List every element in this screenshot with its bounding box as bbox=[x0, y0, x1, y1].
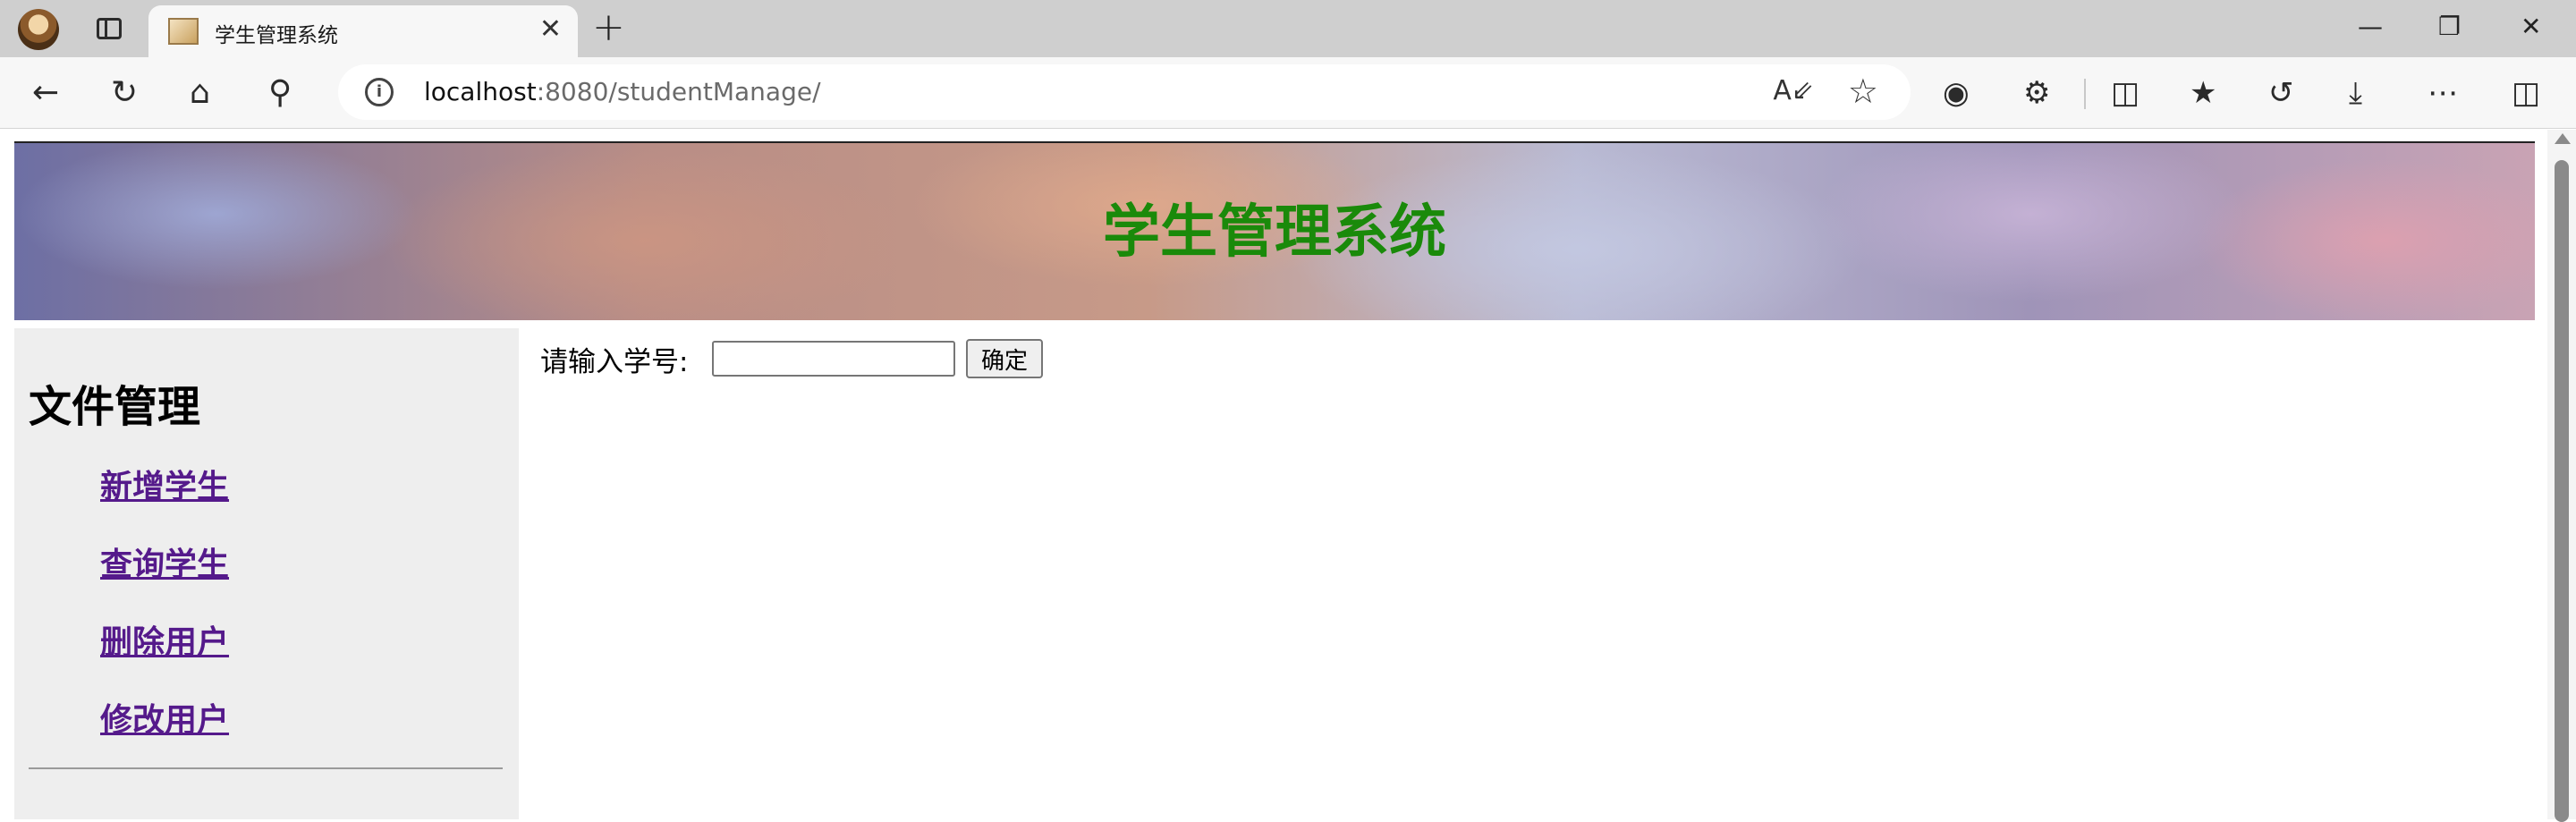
sidebar-toggle-icon[interactable]: ◫ bbox=[2512, 73, 2540, 113]
url-path: :8080/studentManage/ bbox=[536, 77, 821, 106]
download-icon[interactable]: ⤓ bbox=[2349, 73, 2362, 113]
page-scrollbar[interactable] bbox=[2547, 130, 2576, 822]
history-icon[interactable]: ↺ bbox=[2268, 73, 2294, 113]
sidebar: 文件管理 新增学生 查询学生 删除用户 修改用户 bbox=[14, 328, 519, 819]
sidebar-item: 删除用户 bbox=[100, 616, 229, 694]
back-icon[interactable]: ← bbox=[32, 73, 59, 113]
tab-actions-icon[interactable] bbox=[93, 13, 125, 45]
url-host: localhost bbox=[424, 77, 537, 106]
scroll-thumb[interactable] bbox=[2555, 160, 2569, 822]
browser-tabbar: 学生管理系统 ✕ + — ❐ ✕ bbox=[0, 0, 2576, 57]
profile-avatar[interactable] bbox=[18, 9, 59, 50]
minimize-icon[interactable]: — bbox=[2358, 9, 2383, 45]
refresh-icon[interactable]: ↻ bbox=[111, 73, 138, 113]
favicon-icon bbox=[168, 18, 199, 45]
address-bar[interactable]: i localhost:8080/studentManage/ A⇙ ☆ bbox=[338, 64, 1911, 120]
home-icon[interactable]: ⌂ bbox=[190, 73, 210, 113]
new-tab-button[interactable]: + bbox=[592, 5, 625, 50]
site-info-icon[interactable]: i bbox=[365, 78, 394, 106]
page-title: 学生管理系统 bbox=[1103, 199, 1446, 266]
browser-toolbar: ← ↻ ⌂ ⚲ i localhost:8080/studentManage/ … bbox=[0, 57, 2576, 129]
tab-title: 学生管理系统 bbox=[215, 24, 338, 47]
delete-user-link[interactable]: 删除用户 bbox=[100, 624, 229, 661]
sidebar-divider bbox=[29, 767, 503, 769]
header-banner: 学生管理系统 bbox=[14, 141, 2535, 320]
split-screen-icon[interactable]: ◫ bbox=[2111, 73, 2140, 113]
sidebar-item: 新增学生 bbox=[100, 461, 229, 538]
extensions-puzzle-icon[interactable]: ⚙ bbox=[2023, 73, 2050, 113]
scroll-up-icon[interactable] bbox=[2555, 133, 2571, 144]
confirm-button[interactable]: 确定 bbox=[966, 339, 1043, 378]
more-menu-icon[interactable]: ⋯ bbox=[2428, 73, 2458, 113]
student-id-label: 请输入学号: bbox=[540, 346, 689, 378]
restore-icon[interactable]: ❐ bbox=[2438, 9, 2461, 45]
favorites-icon[interactable]: ★ bbox=[2190, 73, 2216, 113]
extension-icon[interactable]: ◉ bbox=[1943, 73, 1970, 113]
read-aloud-icon[interactable]: A⇙ bbox=[1773, 75, 1814, 106]
browser-tab[interactable]: 学生管理系统 ✕ bbox=[148, 5, 578, 57]
add-student-link[interactable]: 新增学生 bbox=[100, 469, 229, 505]
search-icon[interactable]: ⚲ bbox=[268, 73, 292, 113]
edit-user-link[interactable]: 修改用户 bbox=[100, 702, 229, 739]
tab-close-icon[interactable]: ✕ bbox=[539, 14, 562, 45]
sidebar-item: 查询学生 bbox=[100, 538, 229, 616]
toolbar-divider bbox=[2084, 79, 2086, 109]
sidebar-menu: 新增学生 查询学生 删除用户 修改用户 bbox=[100, 461, 229, 772]
url-text[interactable]: localhost:8080/studentManage/ bbox=[424, 77, 821, 106]
close-window-icon[interactable]: ✕ bbox=[2521, 9, 2541, 45]
sidebar-heading: 文件管理 bbox=[29, 382, 201, 432]
student-id-input[interactable] bbox=[712, 341, 955, 377]
page-viewport: 学生管理系统 文件管理 新增学生 查询学生 删除用户 修改用户 请输入学号: 确… bbox=[0, 130, 2547, 819]
favorite-star-icon[interactable]: ☆ bbox=[1848, 72, 1878, 111]
sidebar-item: 修改用户 bbox=[100, 694, 229, 772]
query-student-link[interactable]: 查询学生 bbox=[100, 547, 229, 583]
